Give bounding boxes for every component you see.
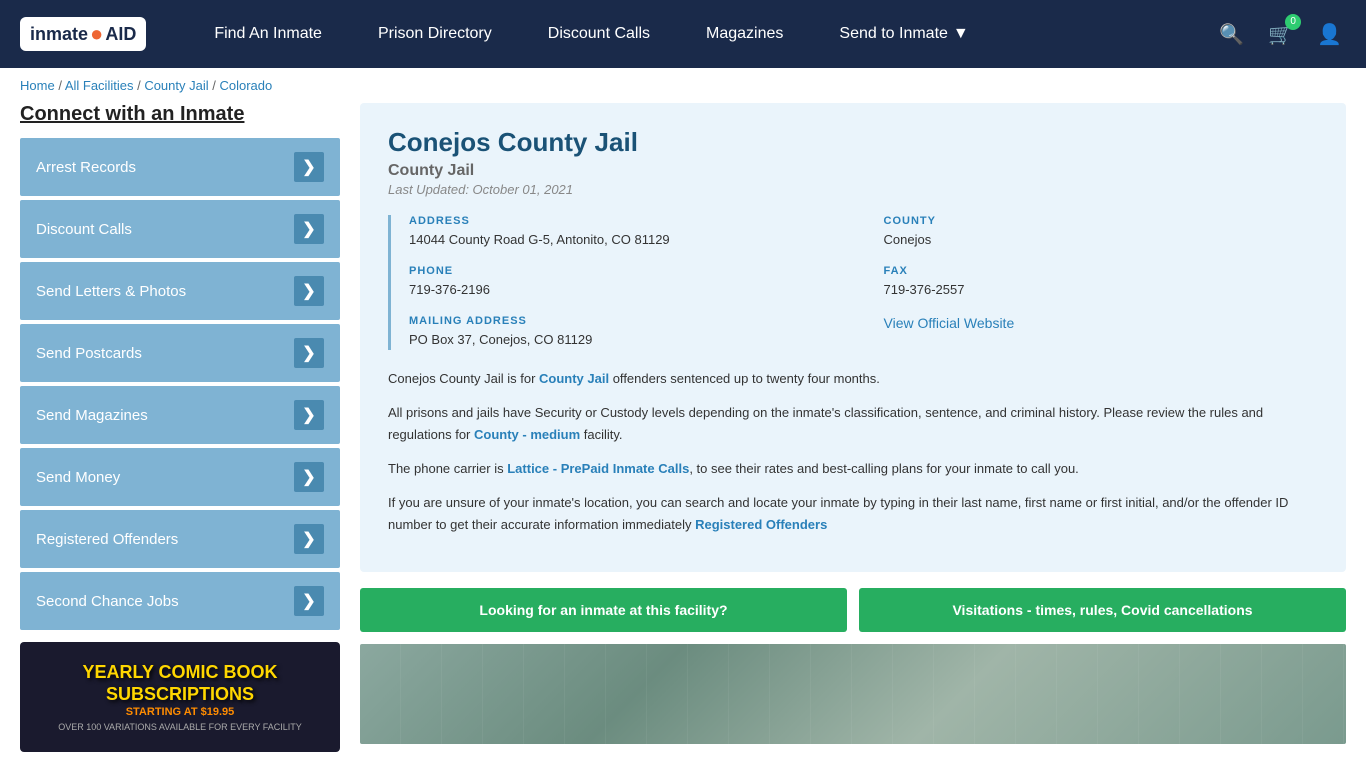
visitations-button[interactable]: Visitations - times, rules, Covid cancel…: [859, 588, 1346, 632]
facility-buttons: Looking for an inmate at this facility? …: [360, 588, 1346, 632]
ad-subtitle: STARTING AT $19.95: [58, 706, 302, 718]
facility-section: Conejos County Jail County Jail Last Upd…: [360, 103, 1346, 752]
account-button[interactable]: 👤: [1313, 18, 1346, 51]
sidebar-menu: Arrest Records ❯ Discount Calls ❯ Send L…: [20, 138, 340, 630]
sidebar-item-registered-offenders[interactable]: Registered Offenders ❯: [20, 510, 340, 568]
find-inmate-button[interactable]: Looking for an inmate at this facility?: [360, 588, 847, 632]
sidebar-item-label: Send Letters & Photos: [36, 283, 186, 300]
logo-inmate-text: inmate: [30, 24, 88, 45]
breadcrumb: Home / All Facilities / County Jail / Co…: [0, 68, 1366, 103]
search-button[interactable]: 🔍: [1215, 18, 1248, 51]
sidebar-item-label: Send Magazines: [36, 407, 148, 424]
address-value: 14044 County Road G-5, Antonito, CO 8112…: [409, 231, 844, 249]
aerial-image: [360, 644, 1346, 744]
sidebar-item-label: Send Money: [36, 469, 120, 486]
site-logo[interactable]: inmate ● AID: [20, 17, 146, 51]
facility-name: Conejos County Jail: [388, 127, 1318, 158]
mailing-value: PO Box 37, Conejos, CO 81129: [409, 331, 844, 349]
sidebar-item-label: Registered Offenders: [36, 531, 178, 548]
nav-icons: 🔍 🛒 0 👤: [1215, 18, 1346, 51]
desc-para-2: All prisons and jails have Security or C…: [388, 402, 1318, 446]
website-link[interactable]: View Official Website: [884, 315, 1015, 331]
phone-field: PHONE 719-376-2196: [409, 265, 844, 299]
mailing-field: MAILING ADDRESS PO Box 37, Conejos, CO 8…: [409, 315, 844, 349]
facility-description: Conejos County Jail is for County Jail o…: [388, 368, 1318, 537]
chevron-down-icon: ▼: [953, 25, 969, 43]
sidebar-item-send-money[interactable]: Send Money ❯: [20, 448, 340, 506]
cart-button[interactable]: 🛒 0: [1264, 18, 1297, 51]
nav-find-inmate[interactable]: Find An Inmate: [186, 0, 350, 68]
nav-discount-calls[interactable]: Discount Calls: [520, 0, 678, 68]
sidebar-item-arrest-records[interactable]: Arrest Records ❯: [20, 138, 340, 196]
main-content: Connect with an Inmate Arrest Records ❯ …: [0, 103, 1366, 772]
address-field: ADDRESS 14044 County Road G-5, Antonito,…: [409, 215, 844, 249]
sidebar-item-send-postcards[interactable]: Send Postcards ❯: [20, 324, 340, 382]
breadcrumb-state[interactable]: Colorado: [219, 78, 272, 93]
address-label: ADDRESS: [409, 215, 844, 227]
ad-desc: OVER 100 VARIATIONS AVAILABLE FOR EVERY …: [58, 722, 302, 732]
chevron-right-icon: ❯: [294, 400, 324, 430]
chevron-right-icon: ❯: [294, 276, 324, 306]
mailing-label: MAILING ADDRESS: [409, 315, 844, 327]
chevron-right-icon: ❯: [294, 524, 324, 554]
sidebar-item-second-chance-jobs[interactable]: Second Chance Jobs ❯: [20, 572, 340, 630]
sidebar-advertisement[interactable]: YEARLY COMIC BOOKSUBSCRIPTIONS STARTING …: [20, 642, 340, 752]
chevron-right-icon: ❯: [294, 338, 324, 368]
county-value: Conejos: [884, 231, 1319, 249]
nav-magazines[interactable]: Magazines: [678, 0, 811, 68]
sidebar-item-label: Arrest Records: [36, 159, 136, 176]
facility-type: County Jail: [388, 162, 1318, 180]
sidebar-item-send-magazines[interactable]: Send Magazines ❯: [20, 386, 340, 444]
facility-info-grid: ADDRESS 14044 County Road G-5, Antonito,…: [388, 215, 1318, 350]
chevron-right-icon: ❯: [294, 586, 324, 616]
fax-value: 719-376-2557: [884, 281, 1319, 299]
breadcrumb-all-facilities[interactable]: All Facilities: [65, 78, 134, 93]
ad-title: YEARLY COMIC BOOKSUBSCRIPTIONS: [58, 662, 302, 705]
nav-send-to-inmate[interactable]: Send to Inmate ▼: [811, 0, 996, 68]
sidebar-item-label: Send Postcards: [36, 345, 142, 362]
county-jail-link[interactable]: County Jail: [539, 371, 609, 386]
cart-badge: 0: [1285, 14, 1301, 30]
logo-aid-text: AID: [105, 24, 136, 45]
desc-para-4: If you are unsure of your inmate's locat…: [388, 492, 1318, 536]
fax-field: FAX 719-376-2557: [884, 265, 1319, 299]
logo-dot: ●: [90, 21, 103, 47]
sidebar-item-send-letters[interactable]: Send Letters & Photos ❯: [20, 262, 340, 320]
sidebar-title: Connect with an Inmate: [20, 103, 340, 126]
desc-para-3: The phone carrier is Lattice - PrePaid I…: [388, 458, 1318, 480]
county-label: COUNTY: [884, 215, 1319, 227]
lattice-link[interactable]: Lattice - PrePaid Inmate Calls: [507, 461, 689, 476]
desc-para-1: Conejos County Jail is for County Jail o…: [388, 368, 1318, 390]
facility-card: Conejos County Jail County Jail Last Upd…: [360, 103, 1346, 572]
county-field: COUNTY Conejos: [884, 215, 1319, 249]
facility-last-updated: Last Updated: October 01, 2021: [388, 182, 1318, 197]
main-nav: inmate ● AID Find An Inmate Prison Direc…: [0, 0, 1366, 68]
nav-prison-directory[interactable]: Prison Directory: [350, 0, 520, 68]
chevron-right-icon: ❯: [294, 214, 324, 244]
chevron-right-icon: ❯: [294, 152, 324, 182]
phone-label: PHONE: [409, 265, 844, 277]
sidebar-item-label: Discount Calls: [36, 221, 132, 238]
website-field: View Official Website: [884, 315, 1319, 349]
chevron-right-icon: ❯: [294, 462, 324, 492]
sidebar-item-discount-calls[interactable]: Discount Calls ❯: [20, 200, 340, 258]
breadcrumb-home[interactable]: Home: [20, 78, 55, 93]
nav-links: Find An Inmate Prison Directory Discount…: [186, 0, 1215, 68]
registered-offenders-link[interactable]: Registered Offenders: [695, 517, 827, 532]
county-medium-link[interactable]: County - medium: [474, 427, 580, 442]
fax-label: FAX: [884, 265, 1319, 277]
sidebar-item-label: Second Chance Jobs: [36, 593, 179, 610]
search-icon: 🔍: [1219, 24, 1244, 46]
breadcrumb-county-jail[interactable]: County Jail: [144, 78, 208, 93]
phone-value: 719-376-2196: [409, 281, 844, 299]
user-icon: 👤: [1317, 24, 1342, 46]
sidebar: Connect with an Inmate Arrest Records ❯ …: [20, 103, 340, 752]
